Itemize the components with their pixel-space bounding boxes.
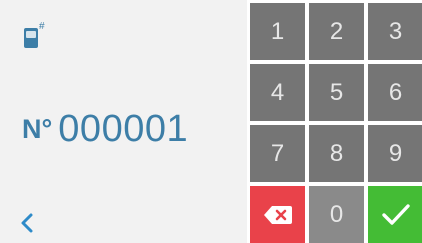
- key-7[interactable]: 7: [250, 125, 305, 182]
- key-label: 4: [270, 78, 285, 106]
- number-prefix: N°: [22, 114, 53, 144]
- key-3[interactable]: 3: [368, 3, 422, 60]
- key-0[interactable]: 0: [309, 186, 364, 243]
- number-value: 000001: [58, 108, 189, 150]
- key-label: 6: [388, 78, 403, 106]
- delete-button[interactable]: [250, 186, 305, 243]
- key-label: 2: [329, 17, 344, 45]
- key-8[interactable]: 8: [309, 125, 364, 182]
- checkmark-icon: [381, 203, 410, 225]
- key-label: 8: [329, 139, 344, 167]
- keypad: 1 2 3 4 5 6 7 8 9 0: [247, 0, 422, 243]
- chevron-left-icon: [21, 213, 33, 233]
- device-icon: #: [24, 22, 48, 50]
- numeric-entry-screen: # N° 000001 1 2 3 4 5 6 7 8 9 0: [0, 0, 422, 243]
- key-label: 3: [388, 17, 403, 45]
- key-1[interactable]: 1: [250, 3, 305, 60]
- key-label: 9: [388, 139, 403, 167]
- key-label: 7: [270, 139, 285, 167]
- backspace-icon: [263, 205, 292, 224]
- confirm-button[interactable]: [368, 186, 422, 243]
- key-6[interactable]: 6: [368, 64, 422, 121]
- key-5[interactable]: 5: [309, 64, 364, 121]
- display-panel: # N° 000001: [0, 0, 247, 243]
- key-4[interactable]: 4: [250, 64, 305, 121]
- number-display: N° 000001: [22, 108, 188, 151]
- back-button[interactable]: [14, 209, 40, 237]
- key-9[interactable]: 9: [368, 125, 422, 182]
- key-label: 1: [270, 17, 285, 45]
- key-label: 5: [329, 78, 344, 106]
- key-2[interactable]: 2: [309, 3, 364, 60]
- device-icon-superscript: #: [39, 21, 45, 32]
- key-label: 0: [329, 200, 344, 228]
